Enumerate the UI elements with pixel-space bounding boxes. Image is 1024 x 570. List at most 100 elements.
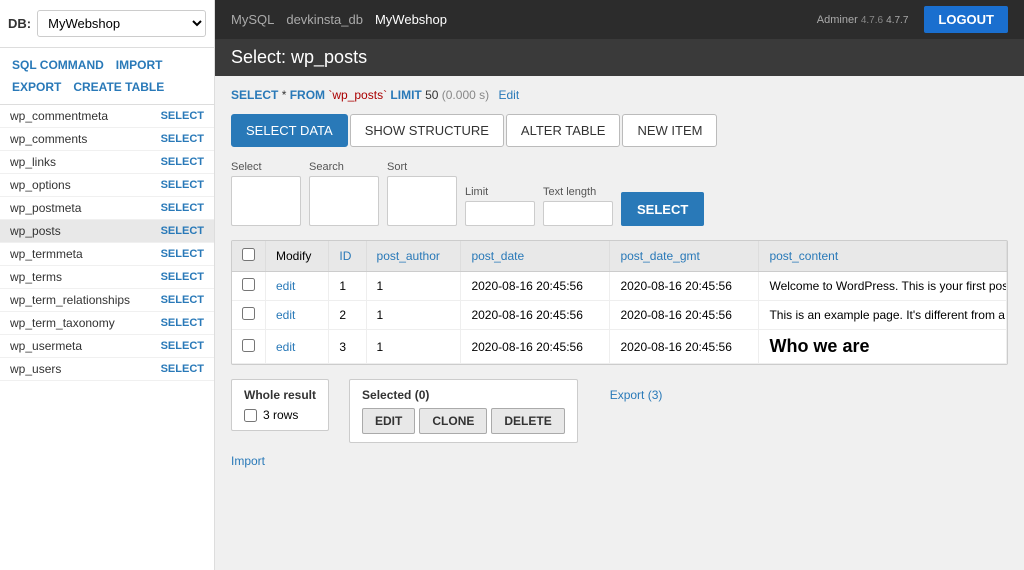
table-name[interactable]: wp_posts [10, 224, 61, 238]
limit-input[interactable]: 50 [465, 201, 535, 226]
devkinsta-nav-link[interactable]: devkinsta_db [286, 12, 363, 27]
search-filter-col: Search [309, 161, 379, 226]
db-select[interactable]: MyWebshop [37, 10, 206, 37]
table-select-link[interactable]: SELECT [161, 133, 204, 145]
sql-timing: (0.000 s) [442, 88, 489, 102]
table-row: wp_commentmeta SELECT [0, 105, 214, 128]
table-name[interactable]: wp_options [10, 178, 71, 192]
table-name[interactable]: wp_users [10, 362, 61, 376]
export-button[interactable]: EXPORT [8, 78, 65, 96]
post-author-header[interactable]: post_author [366, 241, 461, 272]
create-table-button[interactable]: CREATE TABLE [69, 78, 168, 96]
new-item-tab[interactable]: NEW ITEM [622, 114, 717, 147]
select-execute-button[interactable]: SELECT [621, 192, 704, 226]
row-checkbox[interactable] [242, 339, 255, 352]
import-link[interactable]: Import [231, 454, 265, 468]
whole-result-check: 3 rows [244, 408, 316, 422]
table-select-link[interactable]: SELECT [161, 294, 204, 306]
table-select-link[interactable]: SELECT [161, 248, 204, 260]
sidebar-actions: SQL COMMAND IMPORT EXPORT CREATE TABLE [0, 48, 214, 105]
sql-edit-link[interactable]: Edit [498, 88, 519, 102]
whole-result-checkbox[interactable] [244, 409, 257, 422]
export-link[interactable]: Export (3) [610, 388, 663, 402]
table-select-link[interactable]: SELECT [161, 110, 204, 122]
id-cell: 2 [329, 301, 366, 330]
adminer-info: Adminer 4.7.6 4.7.7 [817, 14, 909, 26]
table-name[interactable]: wp_links [10, 155, 56, 169]
top-nav-right: Adminer 4.7.6 4.7.7 LOGOUT [817, 6, 1008, 33]
clone-button[interactable]: CLONE [419, 408, 487, 434]
select-filter-box[interactable] [231, 176, 301, 226]
import-button[interactable]: IMPORT [112, 56, 167, 74]
post-date-gmt-cell: 2020-08-16 20:45:56 [610, 272, 759, 301]
table-name[interactable]: wp_usermeta [10, 339, 82, 353]
whole-result-box: Whole result 3 rows [231, 379, 329, 431]
table-name[interactable]: wp_termmeta [10, 247, 83, 261]
select-data-tab[interactable]: SELECT DATA [231, 114, 348, 147]
id-header[interactable]: ID [329, 241, 366, 272]
post-date-cell: 2020-08-16 20:45:56 [461, 330, 610, 364]
textlength-filter-col: Text length 100 [543, 186, 613, 226]
post-date-header[interactable]: post_date [461, 241, 610, 272]
table-select-link[interactable]: SELECT [161, 179, 204, 191]
row-checkbox-cell [232, 301, 266, 330]
table-name[interactable]: wp_term_taxonomy [10, 316, 115, 330]
table-row: wp_term_taxonomy SELECT [0, 312, 214, 335]
table-row: wp_users SELECT [0, 358, 214, 381]
check-all-checkbox[interactable] [242, 248, 255, 261]
edit-link[interactable]: edit [276, 279, 295, 293]
edit-selected-button[interactable]: EDIT [362, 408, 415, 434]
check-all-header [232, 241, 266, 272]
sort-filter-box[interactable] [387, 176, 457, 226]
table-select-link[interactable]: SELECT [161, 202, 204, 214]
data-table-wrapper: Modify ID post_author post_date post_dat… [231, 240, 1008, 365]
db-selector: DB: MyWebshop [0, 0, 214, 48]
textlength-input[interactable]: 100 [543, 201, 613, 226]
sort-filter-label: Sort [387, 161, 457, 173]
table-name[interactable]: wp_terms [10, 270, 62, 284]
select-filter-label: Select [231, 161, 301, 173]
limit-filter-col: Limit 50 [465, 186, 535, 226]
table-select-link[interactable]: SELECT [161, 225, 204, 237]
sql-command-button[interactable]: SQL COMMAND [8, 56, 108, 74]
mysql-nav-link[interactable]: MySQL [231, 12, 274, 27]
edit-link[interactable]: edit [276, 340, 295, 354]
post-date-gmt-header[interactable]: post_date_gmt [610, 241, 759, 272]
post-content-cell: Who we are [759, 330, 1007, 364]
table-name[interactable]: wp_postmeta [10, 201, 81, 215]
table-select-link[interactable]: SELECT [161, 271, 204, 283]
table-row: wp_terms SELECT [0, 266, 214, 289]
post-author-cell: 1 [366, 272, 461, 301]
table-select-link[interactable]: SELECT [161, 340, 204, 352]
table-name[interactable]: wp_term_relationships [10, 293, 130, 307]
sql-bar: SELECT * FROM `wp_posts` LIMIT 50 (0.000… [231, 88, 1008, 102]
row-checkbox[interactable] [242, 307, 255, 320]
table-select-link[interactable]: SELECT [161, 317, 204, 329]
post-content-header[interactable]: post_content [759, 241, 1007, 272]
row-checkbox-cell [232, 272, 266, 301]
edit-link[interactable]: edit [276, 308, 295, 322]
table-select-link[interactable]: SELECT [161, 363, 204, 375]
db-label: DB: [8, 16, 31, 31]
table-row: edit 1 1 2020-08-16 20:45:56 2020-08-16 … [232, 272, 1007, 301]
post-author-cell: 1 [366, 301, 461, 330]
select-filter-col: Select [231, 161, 301, 226]
row-checkbox[interactable] [242, 278, 255, 291]
table-select-link[interactable]: SELECT [161, 156, 204, 168]
table-name[interactable]: wp_comments [10, 132, 87, 146]
table-name[interactable]: wp_commentmeta [10, 109, 108, 123]
table-row: wp_termmeta SELECT [0, 243, 214, 266]
post-author-cell: 1 [366, 330, 461, 364]
show-structure-tab[interactable]: SHOW STRUCTURE [350, 114, 504, 147]
content-area: SELECT * FROM `wp_posts` LIMIT 50 (0.000… [215, 76, 1024, 570]
mywebshop-nav-link[interactable]: MyWebshop [375, 12, 447, 27]
alter-table-tab[interactable]: ALTER TABLE [506, 114, 621, 147]
post-date-cell: 2020-08-16 20:45:56 [461, 272, 610, 301]
logout-button[interactable]: LOGOUT [924, 6, 1008, 33]
delete-button[interactable]: DELETE [491, 408, 564, 434]
top-nav: MySQL devkinsta_db MyWebshop Adminer 4.7… [215, 0, 1024, 39]
search-filter-box[interactable] [309, 176, 379, 226]
modify-cell: edit [266, 272, 329, 301]
table-row: wp_term_relationships SELECT [0, 289, 214, 312]
id-cell: 3 [329, 330, 366, 364]
